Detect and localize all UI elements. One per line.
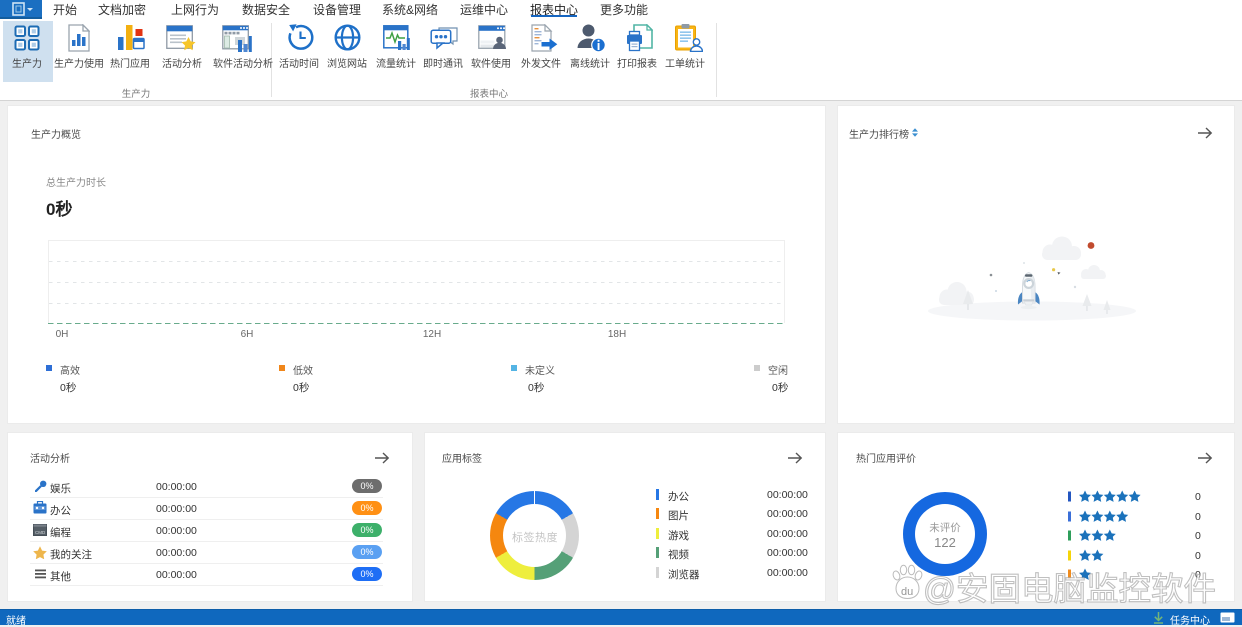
svg-text:du: du [901, 586, 913, 598]
